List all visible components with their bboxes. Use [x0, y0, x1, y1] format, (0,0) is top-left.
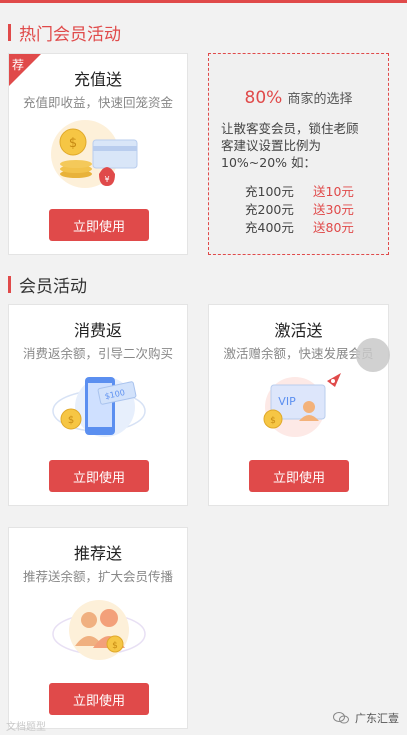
card-activate[interactable]: 激活送 激活赠余额，快速发展会员 VIP $ 立即使用: [208, 304, 389, 506]
wechat-icon: [333, 712, 349, 724]
promo-headline: 80% 商家的选择: [209, 88, 388, 108]
promo-percent-text: 商家的选择: [287, 92, 353, 107]
watermark-right: 广东汇壹: [333, 710, 399, 726]
card-consume[interactable]: 消费返 消费返余额，引导二次购买 $100 $ 立即使用: [8, 304, 188, 506]
coins-card-icon: $ ¥: [51, 120, 138, 188]
promo-row: 充400元 送80元: [245, 217, 354, 236]
floating-action-circle[interactable]: [356, 338, 390, 372]
promo-desc-line2: 客建议设置比例为: [221, 138, 322, 153]
card-refer-title: 推荐送: [73, 544, 122, 563]
watermark-left: 文档题型: [6, 718, 46, 733]
watermark-right-text: 广东汇壹: [355, 712, 399, 725]
promo-row-charge: 充100元: [245, 184, 294, 199]
phone-cash-icon: $100 $: [52, 377, 146, 437]
promo-row: 充200元 送30元: [245, 199, 354, 218]
card-consume-use-button[interactable]: 立即使用: [49, 460, 149, 492]
promo-row: 充100元 送10元: [245, 181, 354, 200]
promo-desc-line3: 10%~20% 如：: [221, 155, 317, 170]
section-marker: [8, 24, 11, 41]
promo-percent: 80%: [244, 88, 283, 108]
promo-desc-line1: 让散客变会员，锁住老顾: [221, 121, 359, 136]
card-consume-title: 消费返: [73, 321, 122, 340]
section-title-hot-label: 热门会员活动: [19, 25, 121, 45]
promo-row-charge: 充400元: [245, 220, 294, 235]
svg-text:¥: ¥: [104, 175, 109, 184]
svg-text:$: $: [112, 641, 118, 651]
promo-row-charge: 充200元: [245, 202, 294, 217]
section-title-member-label: 会员活动: [19, 277, 87, 297]
watermark-left-text: 文档题型: [6, 722, 46, 733]
people-coin-icon: $: [52, 600, 146, 660]
card-recharge[interactable]: 荐 充值送 充值即收益，快速回笼资金 $ ¥ 立即使用: [8, 53, 188, 255]
promo-row-give: 送80元: [313, 220, 354, 235]
card-refer-use-button[interactable]: 立即使用: [49, 683, 149, 715]
svg-text:$: $: [270, 416, 276, 426]
card-recharge-subtitle: 充值即收益，快速回笼资金: [22, 95, 173, 110]
card-refer-subtitle: 推荐送余额，扩大会员传播: [22, 569, 173, 584]
card-refer[interactable]: 推荐送 推荐送余额，扩大会员传播 $ 立即使用: [8, 527, 188, 729]
section-title-hot: 热门会员活动: [8, 20, 121, 45]
svg-text:$: $: [68, 415, 74, 426]
promo-description: 让散客变会员，锁住老顾 客建议设置比例为 10%~20% 如：: [221, 120, 378, 171]
section-title-member: 会员活动: [8, 272, 87, 297]
top-accent-line: [0, 0, 407, 3]
vip-card-icon: VIP $: [263, 373, 341, 437]
promo-info-box: 80% 商家的选择 让散客变会员，锁住老顾 客建议设置比例为 10%~20% 如…: [208, 53, 389, 255]
card-activate-use-button[interactable]: 立即使用: [249, 460, 349, 492]
section-marker: [8, 276, 11, 293]
card-consume-subtitle: 消费返余额，引导二次购买: [22, 346, 173, 361]
card-activate-title: 激活送: [274, 321, 323, 340]
card-recharge-use-button[interactable]: 立即使用: [49, 209, 149, 241]
svg-text:$: $: [69, 136, 77, 151]
card-recharge-title: 充值送: [73, 70, 122, 89]
promo-row-give: 送30元: [313, 202, 354, 217]
svg-text:VIP: VIP: [278, 395, 296, 408]
promo-row-give: 送10元: [313, 184, 354, 199]
